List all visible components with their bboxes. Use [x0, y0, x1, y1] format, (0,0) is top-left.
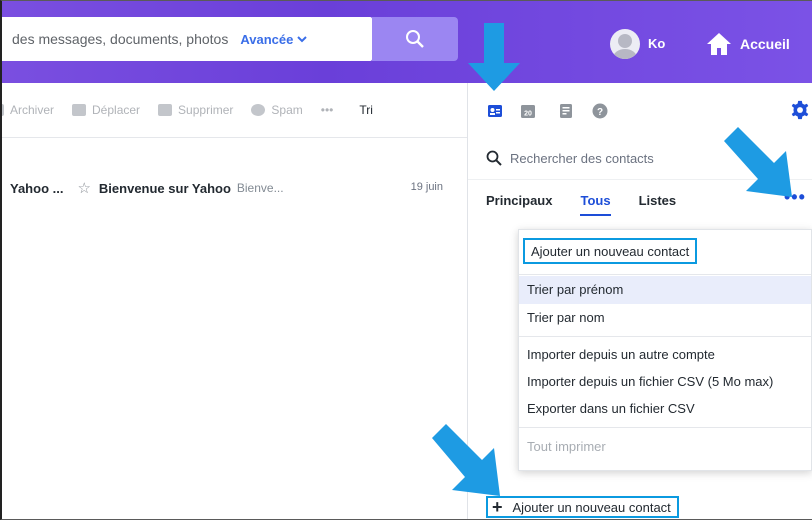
menu-import-csv[interactable]: Importer depuis un fichier CSV (5 Mo max… — [519, 368, 811, 396]
tab-listes[interactable]: Listes — [639, 193, 677, 216]
menu-print-all[interactable]: Tout imprimer — [519, 433, 811, 461]
add-contact-button[interactable]: + Ajouter un nouveau contact — [486, 496, 679, 518]
sort-button[interactable]: Tri — [359, 103, 373, 117]
calendar-icon[interactable]: 20 — [520, 103, 536, 119]
search-icon — [486, 150, 502, 166]
svg-text:20: 20 — [524, 111, 532, 118]
menu-export-csv[interactable]: Exporter dans un fichier CSV — [519, 395, 811, 423]
more-actions-button[interactable]: ••• — [321, 103, 334, 117]
arrow-diagonal-icon — [724, 127, 792, 197]
shield-icon — [251, 104, 266, 116]
message-date: 19 juin — [410, 181, 443, 193]
advanced-search-label: Avancée — [240, 31, 294, 47]
plus-icon: + — [492, 497, 503, 517]
menu-import-account[interactable]: Importer depuis un autre compte — [519, 341, 811, 369]
archive-icon — [2, 104, 4, 116]
chevron-down-icon — [297, 35, 308, 42]
menu-add-contact[interactable]: Ajouter un nouveau contact — [523, 238, 698, 264]
search-button[interactable] — [372, 17, 458, 61]
toolbar-divider — [2, 137, 467, 138]
contacts-icon[interactable] — [487, 103, 503, 119]
mail-window: des messages, documents, photos Avancée … — [0, 0, 812, 520]
avatar[interactable] — [610, 29, 640, 59]
advanced-search-button[interactable]: Avancée — [240, 31, 308, 47]
message-subject: Bienvenue sur Yahoo — [98, 180, 231, 196]
svg-text:?: ? — [597, 107, 603, 118]
contacts-search-input[interactable]: Rechercher des contacts — [510, 151, 654, 166]
tab-principaux[interactable]: Principaux — [486, 193, 552, 216]
message-preview: Bienve... — [236, 181, 284, 195]
notepad-icon[interactable] — [558, 103, 574, 119]
gear-icon[interactable] — [789, 99, 811, 121]
move-label: Déplacer — [92, 103, 141, 117]
star-icon[interactable]: ☆ — [77, 179, 90, 197]
move-button[interactable]: Déplacer — [72, 103, 140, 117]
search-icon — [406, 30, 424, 48]
archive-button[interactable]: Archiver — [2, 103, 55, 117]
contacts-menu: Ajouter un nouveau contact Trier par pré… — [518, 229, 812, 471]
header-bar: des messages, documents, photos Avancée … — [2, 1, 812, 83]
delete-label: Supprimer — [178, 103, 234, 117]
menu-separator — [519, 274, 811, 275]
add-contact-label: Ajouter un nouveau contact — [512, 499, 671, 515]
contacts-search[interactable]: Rechercher des contacts — [486, 150, 654, 166]
spam-label: Spam — [271, 103, 303, 117]
message-toolbar: Archiver Déplacer Supprimer Spam ••• Tri — [2, 83, 467, 137]
spam-button[interactable]: Spam — [251, 103, 303, 117]
menu-separator — [519, 427, 811, 428]
archive-label: Archiver — [10, 103, 55, 117]
home-link[interactable]: Accueil — [740, 36, 790, 52]
menu-sort-first-name[interactable]: Trier par prénom — [519, 276, 811, 304]
trash-icon — [158, 104, 173, 116]
message-sender: Yahoo ... — [10, 180, 64, 196]
help-icon[interactable]: ? — [592, 103, 608, 119]
message-row[interactable]: Yahoo ... ☆ Bienvenue sur Yahoo Bienve..… — [2, 176, 457, 200]
contacts-tabs: Principaux Tous Listes — [486, 193, 676, 216]
tab-tous[interactable]: Tous — [580, 193, 611, 216]
folder-icon — [72, 104, 87, 116]
search-box[interactable]: des messages, documents, photos Avancée — [2, 17, 372, 61]
home-icon[interactable] — [706, 32, 732, 56]
arrow-down-icon — [468, 23, 520, 91]
search-input[interactable]: des messages, documents, photos — [2, 31, 228, 47]
user-name[interactable]: Ko — [648, 36, 665, 51]
menu-sort-last-name[interactable]: Trier par nom — [519, 304, 811, 332]
arrow-diagonal-icon — [432, 424, 500, 496]
menu-separator — [519, 336, 811, 337]
delete-button[interactable]: Supprimer — [158, 103, 233, 117]
